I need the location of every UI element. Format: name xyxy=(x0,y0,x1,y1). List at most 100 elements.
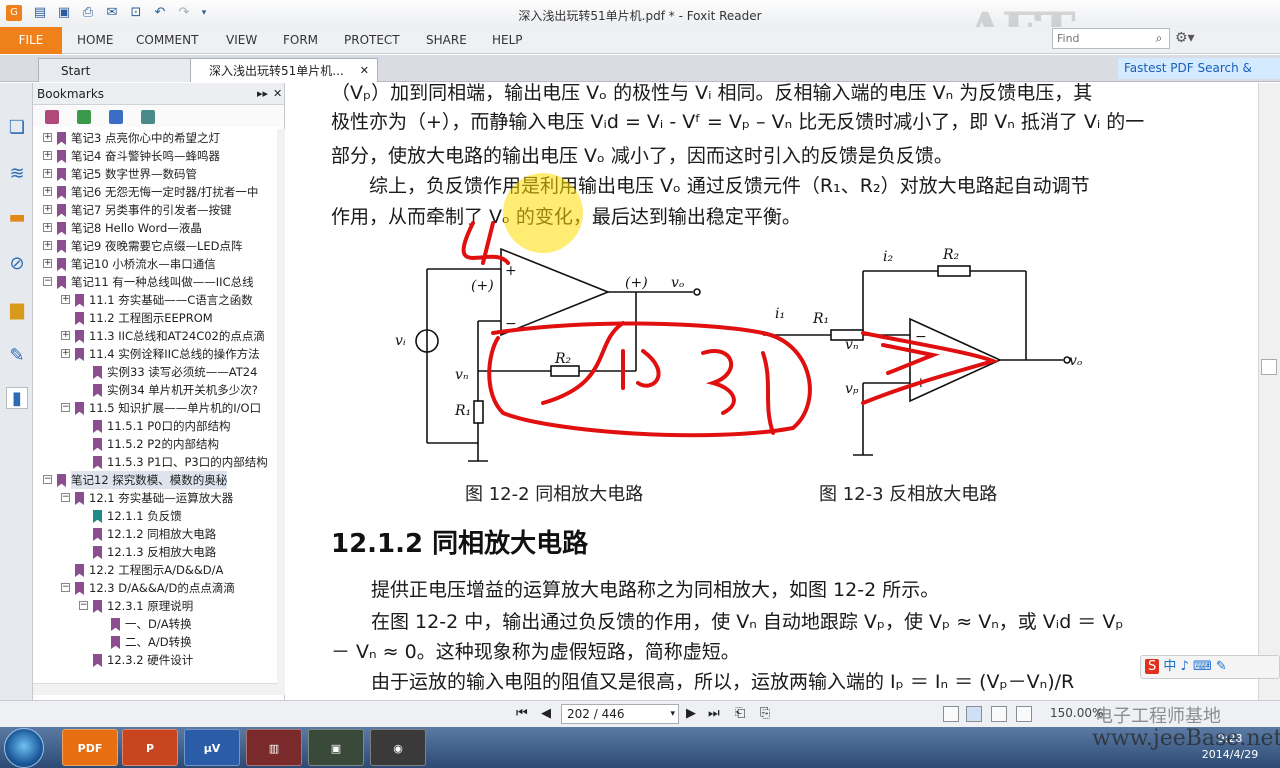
expand-icon[interactable]: + xyxy=(43,151,52,160)
collapse-icon[interactable]: − xyxy=(43,277,52,286)
bookmark-item[interactable]: 12.2 工程图示A/D&&D/A xyxy=(33,561,277,579)
bookmark-item[interactable]: 12.1.1 负反馈 xyxy=(33,507,277,525)
bookmark-item[interactable]: +11.1 夯实基础——C语言之函数 xyxy=(33,291,277,309)
page-number-field[interactable]: 202 / 446 ▾ xyxy=(561,704,679,724)
bookmark-item[interactable]: + 笔记5 数字世界—数码管 xyxy=(33,165,277,183)
signatures-icon[interactable]: ✎ xyxy=(6,345,28,367)
bookmark-item[interactable]: 12.1.2 同相放大电路 xyxy=(33,525,277,543)
bookmark-item[interactable]: 11.5.3 P1口、P3口的内部结构 xyxy=(33,453,277,471)
collapse-icon[interactable]: − xyxy=(79,601,88,610)
taskbar-recorder[interactable]: ◉ xyxy=(370,729,426,766)
expand-bookmark-icon[interactable] xyxy=(109,110,123,124)
single-page-view-icon[interactable] xyxy=(943,706,959,722)
bookmark-item[interactable]: + 笔记6 无怨无悔一定时器/打扰者一中 xyxy=(33,183,277,201)
last-page-icon[interactable]: ⏭ xyxy=(708,706,720,721)
scroll-thumb[interactable] xyxy=(1261,359,1277,375)
collapse-icon[interactable]: − xyxy=(61,583,70,592)
bookmark-item[interactable]: +11.4 实例诠释IIC总线的操作方法 xyxy=(33,345,277,363)
bookmarks-icon[interactable]: ▮ xyxy=(6,387,28,409)
document-view[interactable]: （Vₚ）加到同相端，输出电压 Vₒ 的极性与 Vᵢ 相同。反相输入端的电压 Vₙ… xyxy=(293,83,1258,700)
bookmark-item[interactable]: + 笔记9 夜晚需要它点缀—LED点阵 xyxy=(33,237,277,255)
pin-icon[interactable]: ✕ xyxy=(273,83,282,105)
tab-share[interactable]: SHARE xyxy=(426,27,467,54)
bookmark-item[interactable]: 11.2 工程图示EEPROM xyxy=(33,309,277,327)
expand-icon[interactable]: + xyxy=(61,331,70,340)
bookmarks-scrollbar[interactable] xyxy=(277,129,285,695)
security-lock-icon[interactable]: ▆ xyxy=(6,299,28,321)
expand-icon[interactable]: + xyxy=(61,349,70,358)
expand-icon[interactable]: + xyxy=(43,259,52,268)
taskbar-powerpoint[interactable]: P xyxy=(122,729,178,766)
gear-icon[interactable]: ⚙▾ xyxy=(1175,30,1195,46)
attachments-icon[interactable]: ⊘ xyxy=(6,253,28,275)
previous-page-icon[interactable]: ◀ xyxy=(541,706,551,721)
bookmark-item[interactable]: − 12.3.1 原理说明 xyxy=(33,597,277,615)
bookmark-item[interactable]: 11.5.2 P2的内部结构 xyxy=(33,435,277,453)
expand-icon[interactable]: + xyxy=(43,187,52,196)
expand-icon[interactable]: + xyxy=(43,223,52,232)
chevron-down-icon: ▾ xyxy=(670,709,675,719)
tab-form[interactable]: FORM xyxy=(283,27,318,54)
bookmark-item[interactable]: + 笔记4 奋斗警钟长鸣—蜂鸣器 xyxy=(33,147,277,165)
layers-icon[interactable]: ≋ xyxy=(6,163,28,185)
bookmark-item[interactable]: 实例33 读写必须统——AT24 xyxy=(33,363,277,381)
taskbar-app[interactable]: ▥ xyxy=(246,729,302,766)
tab-start[interactable]: Start xyxy=(38,58,192,82)
find-bookmark-icon[interactable] xyxy=(141,110,155,124)
tab-protect[interactable]: PROTECT xyxy=(344,27,400,54)
taskbar-keil[interactable]: µV xyxy=(184,729,240,766)
facing-view-icon[interactable] xyxy=(991,706,1007,722)
find-input[interactable] xyxy=(1053,29,1149,48)
bookmark-item[interactable]: − 12.1 夯实基础—运算放大器 xyxy=(33,489,277,507)
start-button[interactable] xyxy=(4,728,44,768)
ime-toolbar[interactable]: S 中 ♪ ⌨ ✎ xyxy=(1140,655,1280,679)
collapse-icon[interactable]: − xyxy=(43,475,52,484)
bookmark-item[interactable]: + 笔记10 小桥流水—串口通信 xyxy=(33,255,277,273)
tab-home[interactable]: HOME xyxy=(77,27,113,54)
bookmark-item[interactable]: 11.5.1 P0口的内部结构 xyxy=(33,417,277,435)
tab-help[interactable]: HELP xyxy=(492,27,523,54)
bookmark-item[interactable]: − 笔记12 探究数模、模数的奥秘 xyxy=(33,471,277,489)
bookmark-item[interactable]: 12.1.3 反相放大电路 xyxy=(33,543,277,561)
promo-banner[interactable]: Fastest PDF Search & Index xyxy=(1118,58,1280,96)
tab-document[interactable]: 深入浅出玩转51单片机... ✕ xyxy=(190,58,378,82)
comments-icon[interactable]: ▬ xyxy=(6,207,28,229)
collapse-icon[interactable]: − xyxy=(61,403,70,412)
bookmark-item[interactable]: − 笔记11 有一种总线叫做——IIC总线 xyxy=(33,273,277,291)
expand-icon[interactable]: + xyxy=(43,133,52,142)
continuous-view-icon[interactable] xyxy=(966,706,982,722)
bookmark-item[interactable]: 二、A/D转换 xyxy=(33,633,277,651)
search-icon[interactable]: ⌕ xyxy=(1151,30,1167,47)
continuous-facing-view-icon[interactable] xyxy=(1016,706,1032,722)
bookmark-item[interactable]: + 笔记3 点亮你心中的希望之灯 xyxy=(33,129,277,147)
bookmarks-horizontal-scrollbar[interactable] xyxy=(33,683,277,695)
bookmark-item[interactable]: − 12.3 D/A&&A/D的点点滴滴 xyxy=(33,579,277,597)
pages-icon[interactable]: ❏ xyxy=(6,117,28,139)
bookmark-item[interactable]: − 11.5 知识扩展——单片机的I/O口 xyxy=(33,399,277,417)
taskbar-foxit-pdf[interactable]: PDF xyxy=(62,729,118,766)
document-scrollbar[interactable] xyxy=(1258,83,1280,700)
expand-icon[interactable]: + xyxy=(43,169,52,178)
expand-icon[interactable]: + xyxy=(43,205,52,214)
first-page-icon[interactable]: ⏮ xyxy=(516,706,528,721)
bookmark-item[interactable]: 12.3.2 硬件设计 xyxy=(33,651,277,669)
bookmark-item[interactable]: + 笔记7 另类事件的引发者—按键 xyxy=(33,201,277,219)
expand-icon[interactable]: + xyxy=(61,295,70,304)
expand-icon[interactable]: + xyxy=(43,241,52,250)
file-menu-button[interactable]: FILE xyxy=(0,27,62,54)
collapse-panel-icon[interactable]: ▸▸ xyxy=(257,83,268,105)
bookmark-item[interactable]: + 笔记8 Hello Word—液晶 xyxy=(33,219,277,237)
bookmark-item[interactable]: 一、D/A转换 xyxy=(33,615,277,633)
previous-view-icon[interactable]: ⎗ xyxy=(735,706,745,721)
bookmark-item[interactable]: 实例34 单片机开关机多少次? xyxy=(33,381,277,399)
next-view-icon[interactable]: ⎘ xyxy=(760,706,770,721)
new-bookmark-icon[interactable] xyxy=(77,110,91,124)
taskbar-camtasia[interactable]: ▣ xyxy=(308,729,364,766)
tab-comment[interactable]: COMMENT xyxy=(136,27,198,54)
bookmark-item[interactable]: +11.3 IIC总线和AT24C02的点点滴 xyxy=(33,327,277,345)
delete-bookmark-icon[interactable] xyxy=(45,110,59,124)
collapse-icon[interactable]: − xyxy=(61,493,70,502)
next-page-icon[interactable]: ▶ xyxy=(686,706,696,721)
close-tab-icon[interactable]: ✕ xyxy=(360,59,369,83)
tab-view[interactable]: VIEW xyxy=(226,27,257,54)
